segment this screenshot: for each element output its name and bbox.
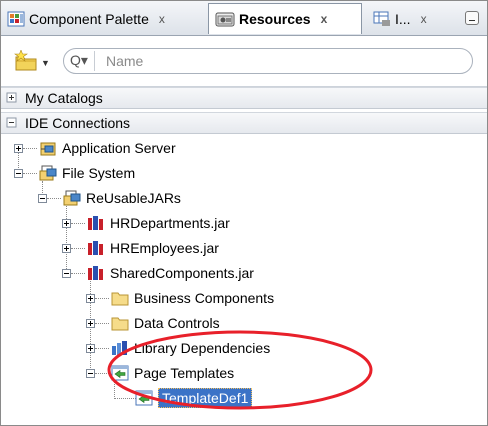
expand-plus-icon[interactable] xyxy=(62,219,71,228)
tree-line xyxy=(23,173,37,174)
tree-line xyxy=(114,398,136,399)
collapse-minus-icon[interactable] xyxy=(86,369,95,378)
tree-node-reusable-jars[interactable]: ReUsableJARs xyxy=(63,187,181,209)
tree-node-templatedef1[interactable]: TemplateDef1 xyxy=(135,387,253,409)
tree-node-hremployees-jar[interactable]: HREmployees.jar xyxy=(87,237,219,259)
section-my-catalogs[interactable]: My Catalogs xyxy=(1,87,487,109)
collapse-minus-icon[interactable] xyxy=(38,194,47,203)
expand-plus-icon[interactable] xyxy=(86,294,95,303)
tab-label: Resources xyxy=(239,11,311,27)
section-label: My Catalogs xyxy=(25,90,103,106)
library-icon xyxy=(112,341,127,355)
tree-line xyxy=(66,206,67,273)
jar-file-icon xyxy=(88,266,103,280)
search-box[interactable]: Q▾ xyxy=(63,48,473,74)
tree-line xyxy=(71,273,85,274)
tree-line xyxy=(95,373,109,374)
resources-panel: Component Palette x Resources x I... x ▼… xyxy=(0,0,488,426)
tree-node-sharedcomponents-jar[interactable]: SharedComponents.jar xyxy=(87,262,254,284)
expand-plus-icon[interactable] xyxy=(86,319,95,328)
page-template-icon xyxy=(135,390,153,406)
file-system-icon xyxy=(63,190,81,206)
tree-node-business-components[interactable]: Business Components xyxy=(111,287,274,309)
tree-node-page-templates[interactable]: Page Templates xyxy=(111,362,234,384)
close-icon[interactable]: x xyxy=(321,12,328,26)
tree-line xyxy=(71,248,85,249)
jar-file-icon xyxy=(88,241,103,255)
tab-label: Component Palette xyxy=(29,10,149,27)
tree-line xyxy=(95,323,109,324)
tab-resources[interactable]: Resources x xyxy=(208,3,362,34)
section-ide-connections[interactable]: IDE Connections xyxy=(1,112,487,134)
resources-icon xyxy=(215,12,235,27)
tab-label: I... xyxy=(395,10,411,27)
tree-node-hrdepartments-jar[interactable]: HRDepartments.jar xyxy=(87,212,230,234)
close-icon[interactable]: x xyxy=(421,12,427,26)
collapse-minus-icon[interactable] xyxy=(5,117,25,129)
tree-node-file-system[interactable]: File System xyxy=(39,162,135,184)
expand-plus-icon[interactable] xyxy=(62,244,71,253)
expand-plus-icon[interactable] xyxy=(14,144,23,153)
component-palette-icon xyxy=(7,11,25,26)
new-folder-icon[interactable] xyxy=(14,50,38,72)
selected-node-label: TemplateDef1 xyxy=(158,388,253,408)
folder-icon xyxy=(111,317,129,331)
file-system-icon xyxy=(39,165,57,181)
collapse-minus-icon[interactable] xyxy=(14,169,23,178)
page-template-icon xyxy=(111,365,129,381)
folder-icon xyxy=(111,292,129,306)
search-input[interactable] xyxy=(106,52,456,70)
search-divider xyxy=(94,51,95,71)
expand-plus-icon[interactable] xyxy=(86,344,95,353)
tree-line xyxy=(95,348,109,349)
server-connection-icon xyxy=(40,142,56,156)
toolbar: ▼ Q▾ xyxy=(1,36,487,87)
search-icon[interactable]: Q▾ xyxy=(70,52,88,69)
chevron-down-icon[interactable]: ▼ xyxy=(41,58,50,68)
tab-strip: Component Palette x Resources x I... x xyxy=(1,1,487,36)
tree-line xyxy=(71,223,85,224)
tab-component-palette[interactable]: Component Palette x xyxy=(1,3,197,34)
tree-line xyxy=(95,298,109,299)
jar-file-icon xyxy=(88,216,103,230)
tree-node-library-dependencies[interactable]: Library Dependencies xyxy=(111,337,270,359)
expand-plus-icon[interactable] xyxy=(5,92,25,104)
tree-node-data-controls[interactable]: Data Controls xyxy=(111,312,220,334)
tree-line xyxy=(23,148,37,149)
tree-node-application-server[interactable]: Application Server xyxy=(39,137,176,159)
section-label: IDE Connections xyxy=(25,115,131,131)
minimize-button[interactable] xyxy=(465,11,479,25)
tab-data-controls[interactable]: I... x xyxy=(367,3,457,34)
collapse-minus-icon[interactable] xyxy=(62,269,71,278)
connections-tree: Application Server File System ReUsableJ… xyxy=(1,134,487,425)
tree-line xyxy=(47,198,61,199)
data-controls-icon xyxy=(373,11,390,26)
close-icon[interactable]: x xyxy=(159,12,165,26)
